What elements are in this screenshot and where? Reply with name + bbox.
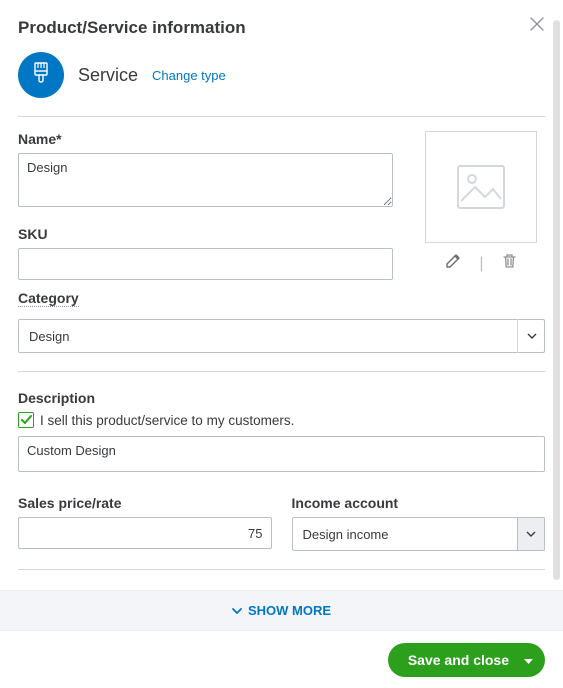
divider (18, 569, 545, 570)
delete-image-icon[interactable] (502, 253, 517, 274)
category-label: Category (18, 290, 79, 307)
income-account-label: Income account (292, 495, 546, 511)
sell-checkbox[interactable] (18, 412, 34, 428)
chevron-down-icon (524, 652, 533, 668)
image-placeholder-icon (457, 165, 505, 209)
name-label: Name* (18, 131, 393, 147)
save-and-close-button[interactable]: Save and close (388, 643, 545, 677)
product-service-panel: Product/Service information Service Chan… (0, 0, 563, 600)
change-type-link[interactable]: Change type (152, 68, 226, 83)
divider (18, 371, 545, 372)
panel-title: Product/Service information (18, 18, 246, 38)
price-input[interactable] (18, 517, 272, 549)
chevron-down-icon (232, 608, 242, 614)
service-brush-icon (18, 52, 64, 98)
edit-image-icon[interactable] (445, 253, 461, 274)
description-label: Description (18, 390, 545, 406)
save-button-label: Save and close (408, 652, 509, 668)
separator: | (479, 255, 483, 273)
category-select[interactable] (18, 319, 545, 353)
income-account-select[interactable] (292, 517, 546, 551)
show-more-button[interactable]: SHOW MORE (0, 590, 563, 630)
item-image-placeholder[interactable] (425, 131, 537, 243)
sku-input[interactable] (18, 248, 393, 280)
name-input[interactable]: Design (18, 153, 393, 207)
show-more-label: SHOW MORE (248, 603, 331, 618)
divider (18, 116, 545, 117)
item-type-label: Service (78, 65, 138, 86)
description-input[interactable]: Custom Design (18, 436, 545, 472)
price-label: Sales price/rate (18, 495, 272, 511)
scrollbar[interactable] (553, 20, 560, 580)
close-icon[interactable] (529, 14, 545, 36)
sell-checkbox-label: I sell this product/service to my custom… (40, 413, 294, 428)
footer-bar: Save and close (0, 630, 563, 688)
sku-label: SKU (18, 226, 393, 242)
